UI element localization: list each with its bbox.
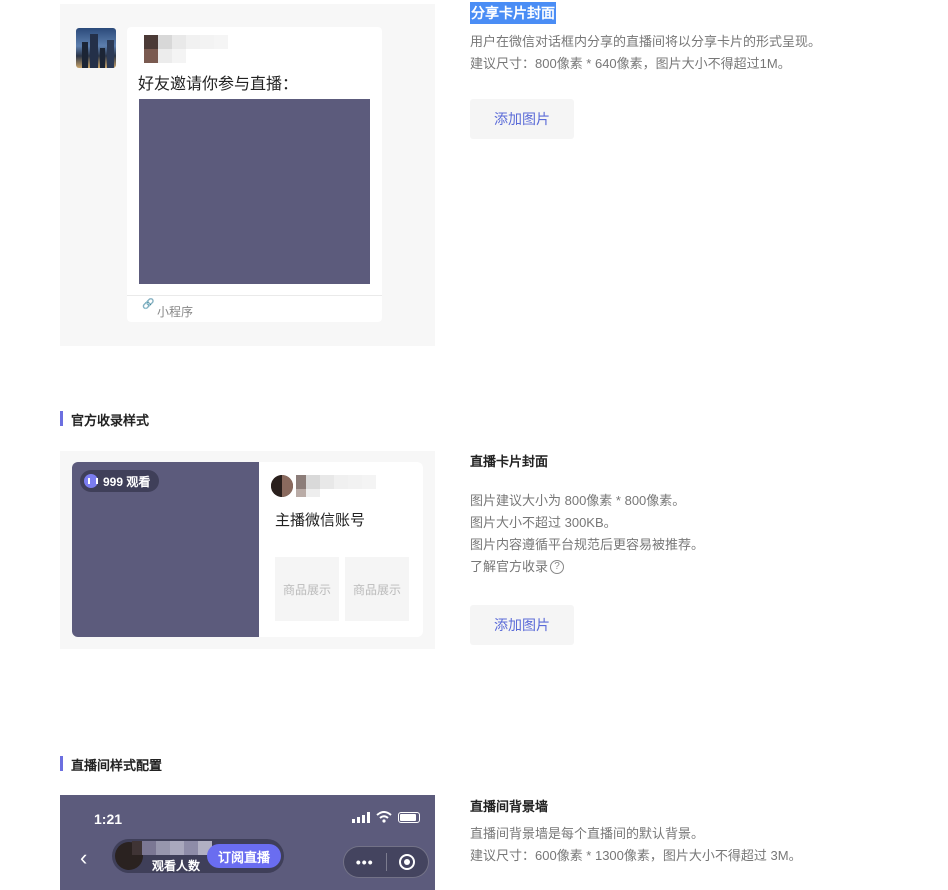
more-dots-icon[interactable]: ••• (344, 854, 386, 870)
share-card: 好友邀请你参与直播： 🔗 小程序 (127, 27, 382, 322)
question-circle-icon[interactable]: ? (550, 560, 565, 574)
goods-placeholder: 商品展示 (275, 557, 339, 621)
live-room-preview: 1:21 ‹ 观看人数 订阅直播 ••• (60, 795, 435, 890)
host-info-pill: 观看人数 订阅直播 (112, 839, 284, 873)
invite-text: 好友邀请你参与直播： (138, 76, 299, 93)
blurred-username (132, 841, 212, 855)
mini-program-capsule: ••• (343, 846, 429, 878)
anchor-avatar (271, 475, 293, 497)
close-circle-icon[interactable] (386, 854, 428, 870)
share-card-add-image-button[interactable]: 添加图片 (470, 99, 574, 139)
viewer-count-label: 观看人数 (152, 859, 201, 873)
wifi-icon (376, 811, 392, 823)
live-card-title: 直播卡片封面 (470, 454, 549, 469)
card-cover-placeholder: 999 观看 (72, 462, 259, 637)
user-avatar (76, 28, 116, 68)
goods-placeholder: 商品展示 (345, 557, 409, 621)
live-room-section-title: 直播间样式配置 (60, 755, 162, 774)
share-card-preview: 好友邀请你参与直播： 🔗 小程序 (60, 4, 435, 346)
live-card-desc: 图片建议大小为 800像素 * 800像素。 图片大小不超过 300KB。 图片… (470, 490, 704, 578)
blurred-username (144, 35, 228, 49)
divider (127, 295, 382, 296)
anchor-name: 主播微信账号 (275, 512, 366, 529)
live-card-add-image-button[interactable]: 添加图片 (470, 605, 574, 645)
battery-icon (398, 811, 420, 823)
signal-icon (352, 811, 370, 823)
status-bar-icons (352, 811, 420, 823)
mini-program-icon: 🔗 (142, 299, 155, 310)
background-wall-desc: 直播间背景墙是每个直播间的默认背景。 建议尺寸：600像素 * 1300像素，图… (470, 826, 802, 863)
card-cover-placeholder (139, 99, 370, 284)
background-wall-title: 直播间背景墙 (470, 799, 549, 814)
live-audio-icon (84, 474, 98, 488)
mini-program-label: 小程序 (157, 305, 194, 319)
share-card-title: 分享卡片封面 (470, 2, 556, 24)
official-section-title: 官方收录样式 (60, 410, 149, 429)
share-card-desc: 用户在微信对话框内分享的直播间将以分享卡片的形式呈现。 建议尺寸：800像素 *… (470, 34, 822, 71)
viewer-count-badge: 999 观看 (80, 470, 160, 492)
status-time: 1:21 (94, 811, 123, 827)
official-card: 999 观看 主播微信账号 商品展示 商品展示 (72, 462, 423, 637)
blurred-username (296, 475, 376, 489)
subscribe-live-button[interactable]: 订阅直播 (207, 844, 281, 868)
official-card-preview: 999 观看 主播微信账号 商品展示 商品展示 (60, 451, 435, 649)
learn-official-link[interactable]: 了解官方收录 ? (470, 556, 704, 578)
back-chevron-icon[interactable]: ‹ (80, 847, 87, 869)
